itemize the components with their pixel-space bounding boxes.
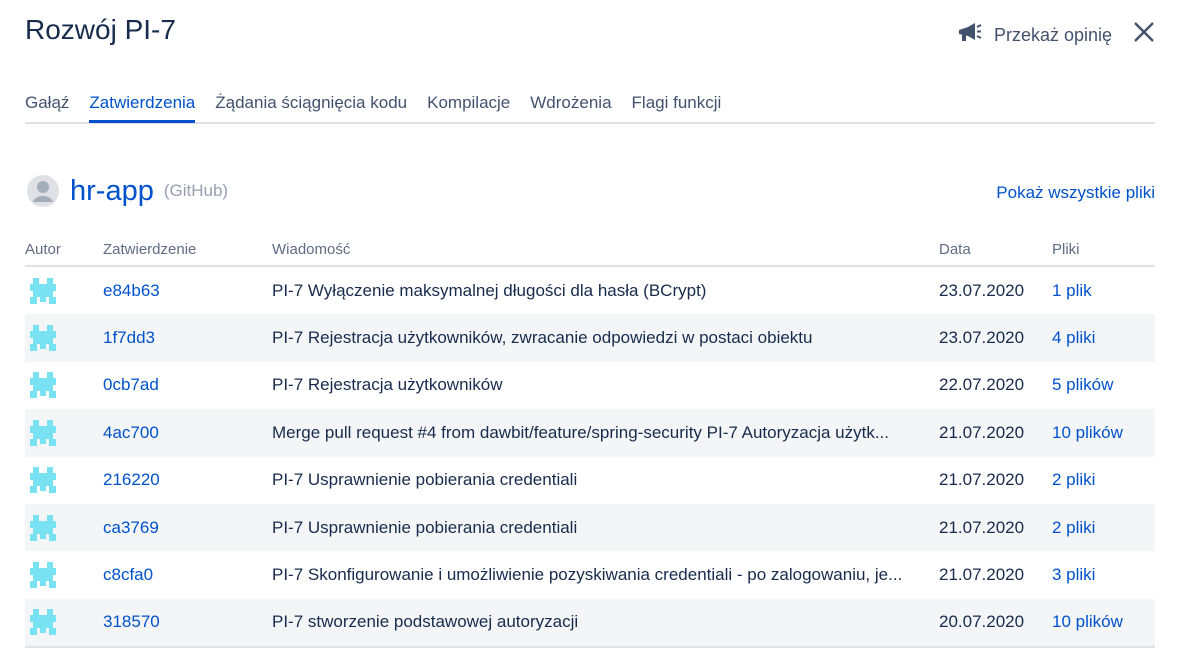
- commit-message: PI-7 stworzenie podstawowej autoryzacji: [272, 598, 939, 649]
- header-date: Data: [939, 233, 1052, 267]
- table-row: c8cfa0 PI-7 Skonfigurowanie i umożliwieni…: [25, 551, 1155, 598]
- commit-hash-link[interactable]: ca3769: [103, 518, 159, 537]
- commit-hash-link[interactable]: 4ac700: [103, 423, 159, 442]
- files-link[interactable]: 4 pliki: [1052, 328, 1095, 347]
- header-author: Autor: [25, 233, 103, 267]
- feedback-label: Przekaż opinię: [994, 25, 1113, 45]
- table-row: 216220 PI-7 Usprawnienie pobierania crede…: [25, 457, 1155, 504]
- files-link[interactable]: 5 plików: [1052, 375, 1113, 394]
- author-avatar-icon[interactable]: [25, 324, 103, 352]
- author-avatar-icon[interactable]: [25, 466, 103, 494]
- commit-date: 21.07.2020: [939, 470, 1025, 490]
- tab-feature-flags[interactable]: Flagi funkcji: [632, 90, 722, 120]
- files-link[interactable]: 2 pliki: [1052, 470, 1095, 489]
- commit-message: Merge pull request #4 from dawbit/featur…: [272, 409, 939, 457]
- files-link[interactable]: 10 plików: [1052, 612, 1123, 631]
- files-link[interactable]: 2 pliki: [1052, 518, 1095, 537]
- author-avatar-icon[interactable]: [25, 371, 103, 399]
- commits-table: Autor Zatwierdzenie Wiadomość Data Pliki…: [25, 233, 1155, 649]
- tab-branch[interactable]: Gałąź: [25, 90, 69, 120]
- tab-builds[interactable]: Kompilacje: [427, 90, 510, 120]
- commit-date: 21.07.2020: [939, 503, 1052, 552]
- megaphone-icon: [956, 20, 982, 51]
- close-button[interactable]: [1131, 19, 1157, 45]
- commit-date: 20.07.2020: [939, 598, 1052, 649]
- repo-name-link[interactable]: hr-app: [70, 175, 154, 208]
- commit-hash-link[interactable]: e84b63: [103, 281, 160, 300]
- tab-bar: Gałąź Zatwierdzenia Żądania ściągnięcia …: [25, 90, 1155, 124]
- table-row: 1f7dd3 PI-7 Rejestracja użytkowników, zwr…: [25, 314, 1155, 362]
- header-message: Wiadomość: [272, 233, 939, 267]
- commit-hash-link[interactable]: 1f7dd3: [103, 328, 155, 347]
- tab-commits[interactable]: Zatwierdzenia: [89, 90, 196, 123]
- commit-message: PI-7 Usprawnienie pobierania credentiali: [272, 503, 939, 552]
- table-row: 0cb7ad PI-7 Rejestracja użytkowników 22.07…: [25, 362, 1155, 409]
- files-link[interactable]: 10 plików: [1052, 423, 1123, 442]
- table-header-row: Autor Zatwierdzenie Wiadomość Data Pliki: [25, 233, 1155, 267]
- commit-hash-link[interactable]: c8cfa0: [103, 565, 153, 584]
- author-avatar-icon[interactable]: [25, 419, 103, 447]
- commit-hash-link[interactable]: 0cb7ad: [103, 375, 159, 394]
- commit-message: PI-7 Rejestracja użytkowników: [272, 375, 503, 395]
- repo-source: (GitHub): [163, 181, 229, 200]
- files-link[interactable]: 1 plik: [1052, 281, 1092, 300]
- close-icon: [1134, 22, 1154, 42]
- commit-hash-link[interactable]: 216220: [103, 470, 160, 489]
- author-avatar-icon[interactable]: [25, 277, 103, 305]
- commit-date: 23.07.2020: [939, 280, 1025, 300]
- commit-hash-link[interactable]: 318570: [103, 612, 160, 631]
- commit-message: PI-7 Skonfigurowanie i umożliwienie pozy…: [272, 565, 903, 585]
- header-files: Pliki: [1052, 233, 1155, 267]
- author-avatar-icon[interactable]: [25, 608, 103, 636]
- table-row: 4ac700 Merge pull request #4 from dawbit/…: [25, 409, 1155, 457]
- show-all-files-link[interactable]: Pokaż wszystkie pliki: [996, 183, 1155, 203]
- table-row: e84b63 PI-7 Wyłączenie maksymalnej długoś…: [25, 266, 1155, 314]
- feedback-button[interactable]: Przekaż opinię: [956, 20, 1112, 51]
- repo-header: hr-app (GitHub): [26, 174, 228, 208]
- table-row: ca3769 PI-7 Usprawnienie pobierania crede…: [25, 503, 1155, 552]
- commit-message: PI-7 Wyłączenie maksymalnej długości dla…: [272, 280, 707, 300]
- header-commit: Zatwierdzenie: [103, 233, 272, 267]
- commit-date: 22.07.2020: [939, 375, 1025, 395]
- commit-message: PI-7 Usprawnienie pobierania credentiali: [272, 470, 578, 490]
- commit-date: 21.07.2020: [939, 565, 1025, 585]
- repo-avatar-icon: [27, 175, 59, 207]
- files-link[interactable]: 3 pliki: [1052, 565, 1095, 584]
- tab-pull-requests[interactable]: Żądania ściągnięcia kodu: [215, 90, 407, 120]
- commit-message: PI-7 Rejestracja użytkowników, zwracanie…: [272, 314, 939, 362]
- commit-date: 21.07.2020: [939, 409, 1052, 457]
- table-row: 318570 PI-7 stworzenie podstawowej autory…: [25, 598, 1155, 649]
- tab-deployments[interactable]: Wdrożenia: [530, 90, 611, 120]
- author-avatar-icon[interactable]: [25, 561, 103, 589]
- author-avatar-icon[interactable]: [25, 514, 103, 542]
- page-title: Rozwój PI-7: [25, 14, 176, 45]
- commit-date: 23.07.2020: [939, 314, 1052, 362]
